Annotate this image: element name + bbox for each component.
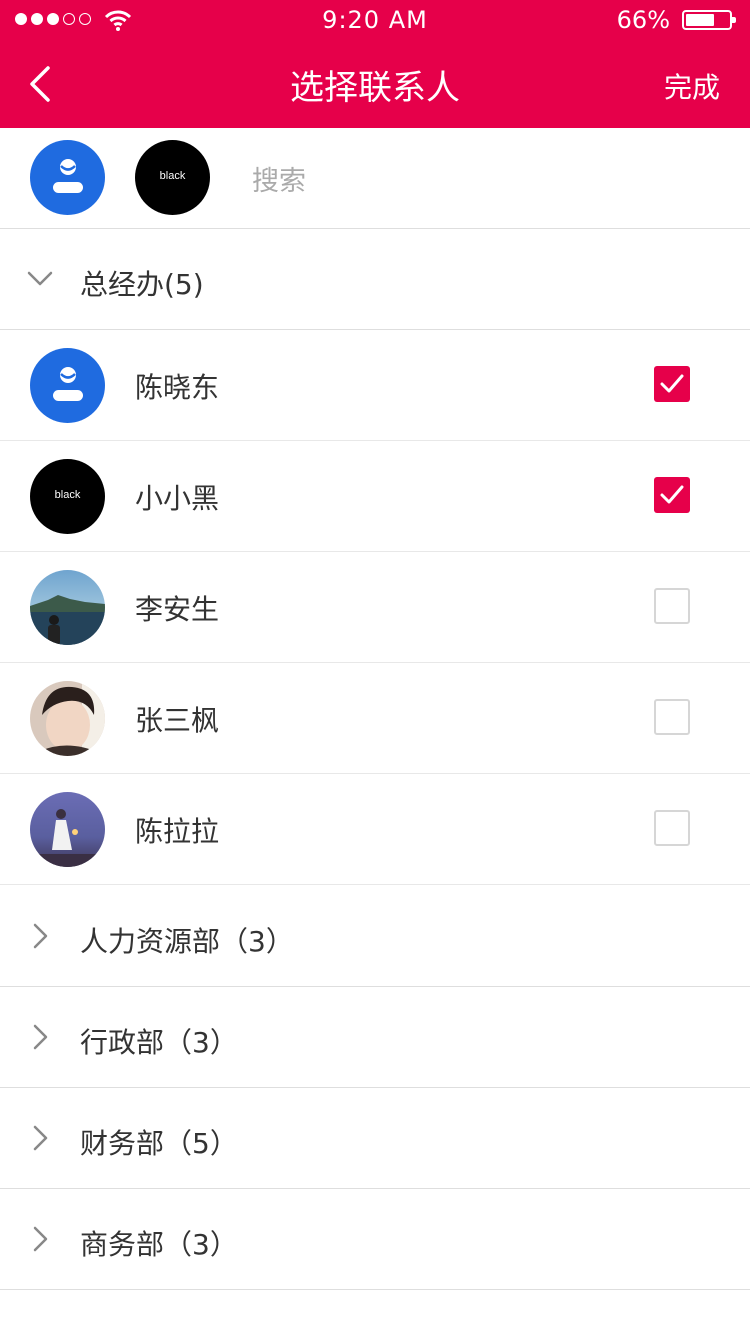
- contact-row[interactable]: 陈拉拉: [0, 774, 750, 885]
- group-label: 人力资源部（3）: [80, 925, 294, 958]
- contact-checkbox[interactable]: [654, 699, 690, 735]
- chevron-right-icon: [33, 1226, 48, 1252]
- group-header-business[interactable]: 商务部（3）: [0, 1189, 750, 1290]
- contact-checkbox[interactable]: [654, 588, 690, 624]
- group-label: 商务部（3）: [80, 1228, 238, 1261]
- battery-percent: 66%: [616, 6, 670, 34]
- avatar: [30, 570, 105, 645]
- user-icon: [53, 159, 83, 193]
- avatar: [30, 681, 105, 756]
- avatar-photo-man: [30, 681, 105, 756]
- avatar-text: black: [54, 489, 81, 501]
- group-header-admin[interactable]: 行政部（3）: [0, 987, 750, 1088]
- contact-name: 小小黑: [135, 482, 220, 515]
- avatar-photo-sea: [30, 570, 105, 645]
- selected-avatar-black[interactable]: black: [135, 140, 210, 215]
- contact-row[interactable]: 张三枫: [0, 663, 750, 774]
- group-label: 行政部（3）: [80, 1026, 238, 1059]
- chevron-right-icon: [33, 1125, 48, 1151]
- group-header-finance[interactable]: 财务部（5）: [0, 1088, 750, 1189]
- avatar: black: [30, 459, 105, 534]
- group-header-hr[interactable]: 人力资源部（3）: [0, 886, 750, 987]
- contact-row[interactable]: 李安生: [0, 552, 750, 663]
- contact-checkbox[interactable]: [654, 810, 690, 846]
- checkmark-icon: [660, 485, 684, 504]
- contact-row[interactable]: black 小小黑: [0, 441, 750, 552]
- group-header-general-office[interactable]: 总经办(5): [0, 229, 750, 330]
- contact-checkbox[interactable]: [654, 477, 690, 513]
- page-title: 选择联系人: [290, 68, 460, 108]
- search-input[interactable]: 搜索: [252, 159, 306, 198]
- avatar-text: black: [159, 170, 186, 182]
- checkmark-icon: [660, 374, 684, 393]
- contact-name: 陈拉拉: [135, 815, 220, 848]
- done-button[interactable]: 完成: [664, 66, 720, 106]
- group-label: 财务部（5）: [80, 1127, 238, 1160]
- avatar: [30, 792, 105, 867]
- chevron-right-icon: [33, 923, 48, 949]
- contact-name: 张三枫: [135, 704, 220, 737]
- user-icon: [53, 367, 83, 401]
- chevron-right-icon: [33, 1024, 48, 1050]
- avatar-photo-girl: [30, 792, 105, 867]
- nav-header: 9:20 AM 66% 选择联系人 完成: [0, 0, 750, 128]
- contact-name: 陈晓东: [135, 371, 220, 404]
- contact-checkbox[interactable]: [654, 366, 690, 402]
- chevron-down-icon: [27, 271, 53, 286]
- status-bar: 9:20 AM 66%: [0, 0, 750, 40]
- contact-name: 李安生: [135, 593, 220, 626]
- group-label: 总经办(5): [80, 268, 204, 301]
- battery-icon: [682, 10, 736, 30]
- selected-contacts-bar: black 搜索: [0, 128, 750, 229]
- avatar: [30, 348, 105, 423]
- selected-avatar-default[interactable]: [30, 140, 105, 215]
- contact-row[interactable]: 陈晓东: [0, 330, 750, 441]
